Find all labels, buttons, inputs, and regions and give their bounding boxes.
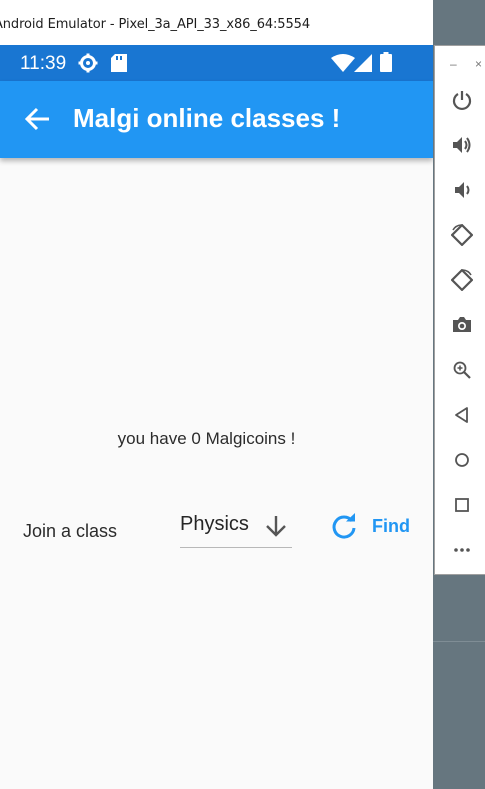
subject-dropdown-value: Physics xyxy=(180,513,249,535)
app-title: Malgi online classes ! xyxy=(73,103,341,133)
back-icon[interactable] xyxy=(451,404,473,426)
battery-icon xyxy=(380,52,392,72)
status-time: 11:39 xyxy=(20,53,67,74)
phone-screen: 11:39 Malgi online classes ! you have 0 … xyxy=(0,45,433,789)
window-title-bar: Android Emulator - Pixel_3a_API_33_x86_6… xyxy=(0,0,433,46)
emulator-side-panel: – × xyxy=(434,45,485,575)
desktop-divider xyxy=(433,641,485,642)
desktop-background xyxy=(433,575,485,789)
back-arrow-icon[interactable] xyxy=(25,107,51,131)
arrow-down-icon xyxy=(266,516,286,537)
zoom-icon[interactable] xyxy=(451,359,473,381)
close-button[interactable]: × xyxy=(475,57,482,71)
app-bar: Malgi online classes ! xyxy=(0,81,433,158)
home-icon[interactable] xyxy=(451,449,473,471)
find-button[interactable]: Find xyxy=(330,511,420,545)
settings-gear-icon xyxy=(78,53,98,73)
wifi-icon xyxy=(331,54,355,72)
status-bar: 11:39 xyxy=(0,45,433,81)
window-title: Android Emulator - Pixel_3a_API_33_x86_6… xyxy=(0,17,310,32)
rotate-right-icon[interactable] xyxy=(451,269,473,291)
power-icon[interactable] xyxy=(451,89,473,111)
find-button-label: Find xyxy=(372,516,410,536)
subject-dropdown[interactable]: Physics xyxy=(180,511,292,548)
sd-card-icon xyxy=(111,54,127,72)
cell-signal-icon xyxy=(354,54,372,72)
rotate-left-icon[interactable] xyxy=(451,224,473,246)
more-icon[interactable] xyxy=(451,539,473,561)
refresh-icon xyxy=(332,513,356,539)
overview-icon[interactable] xyxy=(451,494,473,516)
minimize-button[interactable]: – xyxy=(450,57,457,71)
volume-up-icon[interactable] xyxy=(451,134,473,156)
join-class-label: Join a class xyxy=(23,521,118,541)
camera-icon[interactable] xyxy=(451,314,473,336)
volume-down-icon[interactable] xyxy=(451,179,473,201)
coins-text: you have 0 Malgicoins ! xyxy=(117,429,296,448)
